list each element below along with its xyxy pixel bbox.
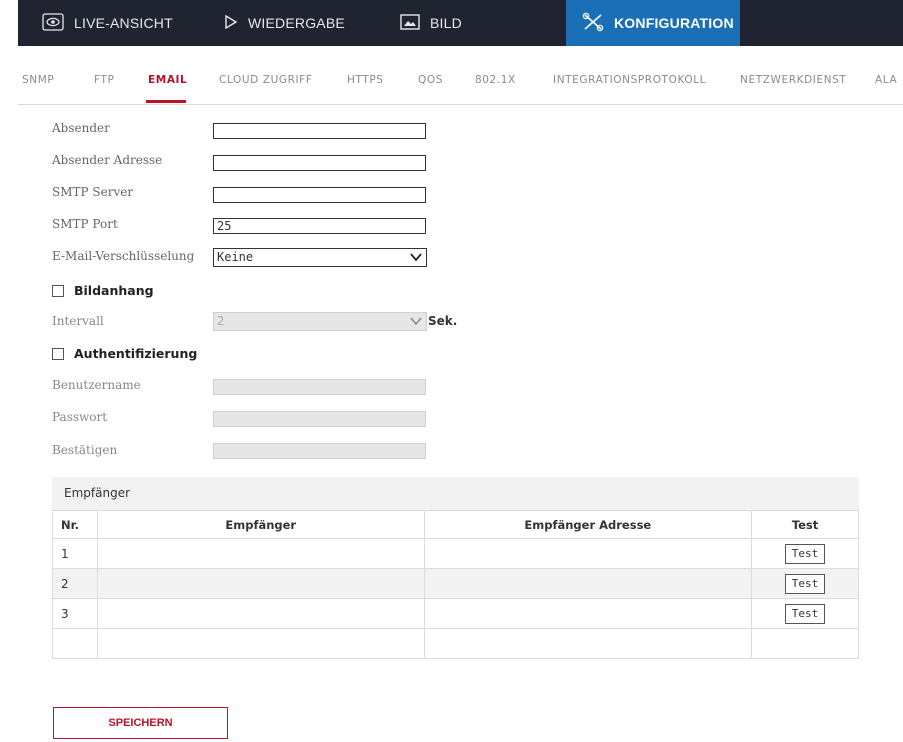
tab-snmp[interactable]: SNMP	[22, 74, 54, 86]
eye-icon	[42, 12, 64, 34]
confirm-label: Bestätigen	[52, 443, 118, 457]
smtp-port-input[interactable]: 25	[213, 218, 426, 234]
interval-select-value: 2	[217, 314, 225, 328]
play-icon	[224, 14, 238, 32]
config-subtabs: SNMP FTP EMAIL CLOUD ZUGRIFF HTTPS QOS 8…	[18, 60, 903, 105]
row-number: 3	[52, 598, 98, 629]
attachment-option[interactable]: Bildanhang	[52, 283, 154, 298]
test-cell: Test	[751, 538, 859, 569]
tab-8021x[interactable]: 802.1X	[475, 74, 516, 86]
recipient-name-cell[interactable]	[96, 598, 425, 629]
column-header-recipient: Empfänger	[96, 510, 425, 539]
test-button[interactable]: Test	[785, 573, 826, 594]
recipients-title: Empfänger	[52, 477, 859, 510]
encryption-select-value: Keine	[217, 250, 254, 264]
nav-playback[interactable]: WIEDERGABE	[224, 0, 345, 46]
attachment-checkbox[interactable]	[52, 284, 64, 297]
recipient-name-cell[interactable]	[96, 538, 425, 569]
image-icon	[400, 13, 420, 33]
save-button[interactable]: SPEICHERN	[53, 707, 228, 739]
nav-live-view[interactable]: LIVE-ANSICHT	[42, 0, 173, 46]
authentication-label: Authentifizierung	[74, 346, 198, 361]
sender-address-input[interactable]	[213, 155, 426, 171]
sender-address-label: Absender Adresse	[52, 153, 163, 167]
top-navigation-bar: LIVE-ANSICHT WIEDERGABE BILD KONFIGURATI…	[18, 0, 903, 46]
table-row-empty	[52, 628, 859, 659]
authentication-option[interactable]: Authentifizierung	[52, 346, 197, 361]
chevron-down-icon	[410, 317, 422, 326]
nav-playback-label: WIEDERGABE	[248, 15, 345, 31]
confirm-input[interactable]	[213, 443, 426, 459]
recipient-address-cell[interactable]	[423, 568, 753, 599]
column-header-test: Test	[751, 510, 859, 539]
tools-icon	[582, 12, 604, 35]
password-label: Passwort	[52, 410, 108, 424]
chevron-down-icon	[410, 253, 422, 262]
smtp-server-input[interactable]	[213, 187, 426, 203]
encryption-label: E-Mail-Verschlüsselung	[52, 249, 195, 263]
test-cell: Test	[751, 568, 859, 599]
recipient-address-cell[interactable]	[423, 598, 753, 629]
tab-integration-protocol[interactable]: INTEGRATIONSPROTOKOLL	[553, 74, 706, 86]
nav-image[interactable]: BILD	[400, 0, 462, 46]
interval-label: Intervall	[52, 314, 104, 328]
tab-qos[interactable]: QOS	[418, 74, 443, 86]
nav-configuration-label: KONFIGURATION	[614, 15, 734, 31]
recipient-address-cell-empty	[423, 628, 753, 659]
tab-email[interactable]: EMAIL	[148, 74, 187, 86]
recipients-table: Nr. Empfänger Empfänger Adresse Test 1 T…	[52, 510, 859, 659]
username-input[interactable]	[213, 379, 426, 395]
encryption-select[interactable]: Keine	[213, 248, 427, 267]
smtp-server-label: SMTP Server	[52, 185, 134, 199]
table-row: 1 Test	[52, 538, 859, 569]
nav-live-view-label: LIVE-ANSICHT	[74, 15, 173, 31]
smtp-port-label: SMTP Port	[52, 217, 118, 231]
column-header-address: Empfänger Adresse	[423, 510, 753, 539]
recipients-panel: Empfänger Nr. Empfänger Empfänger Adress…	[52, 477, 859, 668]
interval-unit: Sek.	[428, 314, 458, 328]
tab-ftp[interactable]: FTP	[94, 74, 114, 86]
attachment-label: Bildanhang	[74, 283, 154, 298]
test-cell: Test	[751, 598, 859, 629]
sender-label: Absender	[52, 121, 110, 135]
nav-image-label: BILD	[430, 15, 462, 31]
row-number: 1	[52, 538, 98, 569]
test-cell-empty	[751, 628, 859, 659]
table-row: 2 Test	[52, 568, 859, 599]
test-button[interactable]: Test	[785, 603, 826, 624]
recipient-address-cell[interactable]	[423, 538, 753, 569]
authentication-checkbox[interactable]	[52, 347, 64, 360]
password-input[interactable]	[213, 411, 426, 427]
recipient-name-cell-empty	[96, 628, 425, 659]
sender-input[interactable]	[213, 123, 426, 139]
tab-network-service[interactable]: NETZWERKDIENST	[740, 74, 846, 86]
column-header-nr: Nr.	[52, 510, 98, 539]
interval-select[interactable]: 2	[213, 312, 427, 331]
tab-alarm[interactable]: ALA	[875, 74, 897, 86]
username-label: Benutzername	[52, 378, 141, 392]
table-header-row: Nr. Empfänger Empfänger Adresse Test	[52, 510, 859, 539]
row-number: 2	[52, 568, 98, 599]
top-navigation: LIVE-ANSICHT WIEDERGABE BILD KONFIGURATI…	[0, 0, 903, 46]
table-row: 3 Test	[52, 598, 859, 629]
tab-cloud-access[interactable]: CLOUD ZUGRIFF	[219, 74, 312, 86]
tab-https[interactable]: HTTPS	[347, 74, 384, 86]
row-number-empty	[52, 628, 98, 659]
recipient-name-cell[interactable]	[96, 568, 425, 599]
nav-configuration[interactable]: KONFIGURATION	[566, 0, 740, 46]
test-button[interactable]: Test	[785, 543, 826, 564]
active-tab-indicator	[146, 100, 186, 103]
